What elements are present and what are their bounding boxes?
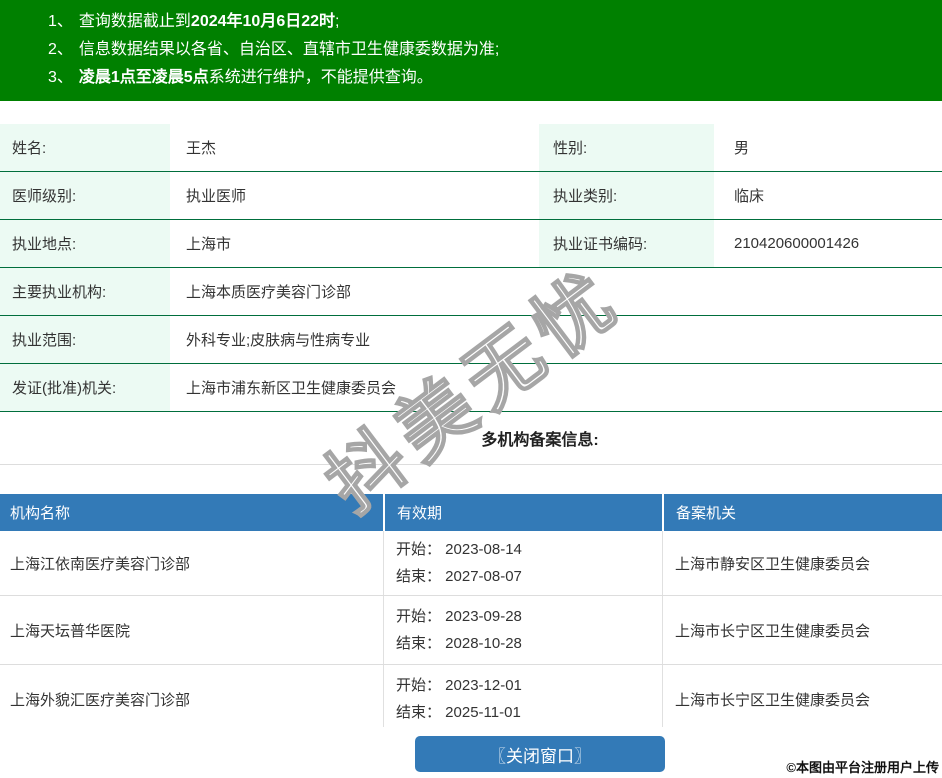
field-value-practice-category: 临床 <box>734 188 765 205</box>
table-row: 医师级别: 执业医师 执业类别: 临床 <box>0 172 942 220</box>
field-value-main-institution: 上海本质医疗美容门诊部 <box>186 284 352 301</box>
registration-table-header: 机构名称 有效期 备案机关 <box>0 494 942 531</box>
table-row: 执业范围: 外科专业;皮肤病与性病专业 <box>0 316 942 364</box>
table-row: 主要执业机构: 上海本质医疗美容门诊部 <box>0 268 942 316</box>
table-row: 上海天坛普华医院 开始： 2023-09-28 结束： 2028-10-28 上… <box>0 596 942 665</box>
validity-end: 结束： 2025-11-01 <box>396 704 521 721</box>
notice-line-2: 2、 信息数据结果以各省、自治区、直辖市卫生健康委数据为准; <box>48 36 942 64</box>
validity-period: 开始： 2023-12-01 结束： 2025-11-01 <box>383 665 662 727</box>
field-label-main-institution: 主要执业机构: <box>0 268 170 315</box>
field-value-doctor-level: 执业医师 <box>186 188 247 205</box>
query-result-window: 1、 查询数据截止到2024年10月6日22时; 2、 信息数据结果以各省、自治区、… <box>0 0 942 778</box>
content-area: 1、 查询数据截止到2024年10月6日22时; 2、 信息数据结果以各省、自治区、… <box>0 0 942 727</box>
field-label-practice-location: 执业地点: <box>0 220 170 267</box>
notice-banner: 1、 查询数据截止到2024年10月6日22时; 2、 信息数据结果以各省、自治区、… <box>0 0 942 101</box>
notice-line-3: 3、 凌晨1点至凌晨5点系统进行维护，不能提供查询。 <box>48 64 942 92</box>
field-value-issuing-authority: 上海市浦东新区卫生健康委员会 <box>186 380 397 397</box>
institution-name: 上海外貌汇医疗美容门诊部 <box>10 691 191 709</box>
notice-text: ; <box>335 13 340 30</box>
table-row: 上海江依南医疗美容门诊部 开始： 2023-08-14 结束： 2027-08-… <box>0 531 942 596</box>
validity-end: 结束： 2028-10-28 <box>396 635 522 652</box>
validity-end: 结束： 2027-08-07 <box>396 568 522 585</box>
field-label-issuing-authority: 发证(批准)机关: <box>0 364 170 411</box>
institution-name: 上海天坛普华医院 <box>10 622 131 640</box>
validity-start: 开始： 2023-09-28 <box>396 608 522 625</box>
notice-text: 查询数据截止到 <box>78 13 191 30</box>
column-header-authority: 备案机关 <box>662 494 942 531</box>
close-window-button[interactable]: 〖关闭窗口〗 <box>415 736 665 772</box>
registration-table: 机构名称 有效期 备案机关 上海江依南医疗美容门诊部 开始： 2023-08-1… <box>0 494 942 727</box>
table-row: 发证(批准)机关: 上海市浦东新区卫生健康委员会 <box>0 364 942 412</box>
table-row: 姓名: 王杰 性别: 男 <box>0 124 942 172</box>
field-value-name: 王杰 <box>186 140 217 157</box>
validity-start: 开始： 2023-08-14 <box>396 541 522 558</box>
column-header-institution: 机构名称 <box>10 505 71 522</box>
field-value-gender: 男 <box>734 140 750 157</box>
field-value-license-number: 210420600001426 <box>734 235 860 252</box>
field-label-gender: 性别: <box>539 124 714 171</box>
filing-authority: 上海市静安区卫生健康委员会 <box>662 531 942 595</box>
field-label-practice-category: 执业类别: <box>539 172 714 219</box>
field-label-practice-scope: 执业范围: <box>0 316 170 363</box>
notice-line-1: 1、 查询数据截止到2024年10月6日22时; <box>48 8 942 36</box>
field-value-practice-scope: 外科专业;皮肤病与性病专业 <box>186 332 371 349</box>
multi-institution-section-title: 多机构备案信息: <box>0 412 942 465</box>
notice-text-bold: 凌晨1点至凌晨5点 <box>78 69 209 86</box>
column-header-validity: 有效期 <box>383 494 662 531</box>
notice-text: 系统进行维护，不能提供查询。 <box>208 69 433 86</box>
table-row: 执业地点: 上海市 执业证书编码: 210420600001426 <box>0 220 942 268</box>
field-label-name: 姓名: <box>0 124 170 171</box>
validity-period: 开始： 2023-08-14 结束： 2027-08-07 <box>383 531 662 595</box>
validity-start: 开始： 2023-12-01 <box>396 677 522 694</box>
field-label-license-number: 执业证书编码: <box>539 220 714 267</box>
notice-number: 2、 <box>48 41 73 58</box>
filing-authority: 上海市长宁区卫生健康委员会 <box>662 665 942 727</box>
field-value-practice-location: 上海市 <box>186 236 232 253</box>
notice-text: 信息数据结果以各省、自治区、直辖市卫生健康委数据为准; <box>78 41 500 58</box>
institution-name: 上海江依南医疗美容门诊部 <box>10 555 191 573</box>
validity-period: 开始： 2023-09-28 结束： 2028-10-28 <box>383 596 662 664</box>
notice-number: 1、 <box>48 13 73 30</box>
notice-number: 3、 <box>48 69 73 86</box>
field-label-doctor-level: 医师级别: <box>0 172 170 219</box>
notice-text-bold: 2024年10月6日22时 <box>190 13 336 30</box>
table-row: 上海外貌汇医疗美容门诊部 开始： 2023-12-01 结束： 2025-11-… <box>0 665 942 727</box>
doctor-info-table: 姓名: 王杰 性别: 男 医师级别: 执业医师 执业类别: 临床 执业地点: 上… <box>0 124 942 412</box>
upload-attribution: ©本图由平台注册用户上传 <box>786 760 939 775</box>
filing-authority: 上海市长宁区卫生健康委员会 <box>662 596 942 664</box>
